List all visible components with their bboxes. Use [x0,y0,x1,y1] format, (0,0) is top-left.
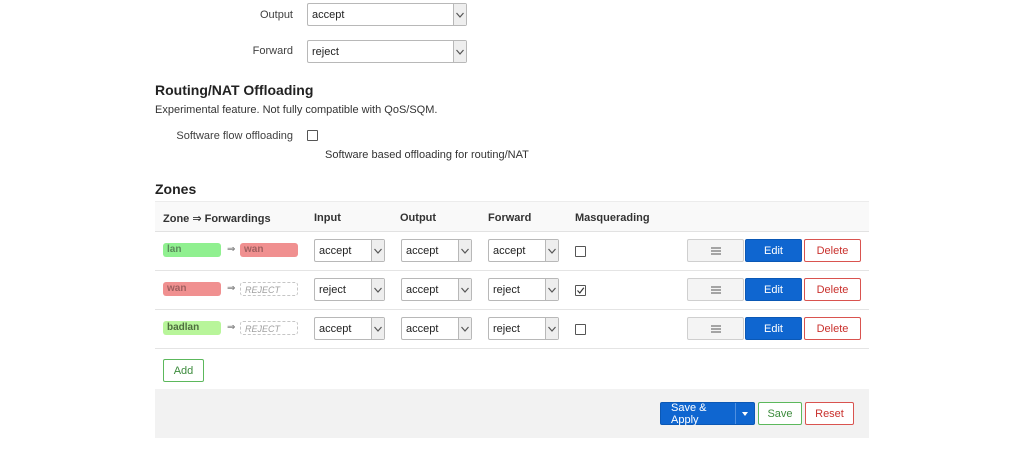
add-zone-button[interactable]: Add [163,359,204,382]
default-output-value: accept [312,8,345,21]
zone-forward-value: reject [493,322,520,335]
hamburger-icon [710,247,721,254]
zone-output-value: accept [406,244,439,257]
software-offloading-label: Software flow offloading [176,130,293,142]
save-apply-dropdown-toggle[interactable] [735,403,754,424]
chevron-down-icon [371,240,384,261]
zone-output-select[interactable]: accept [401,239,472,262]
chevron-down-icon [371,279,384,300]
zone-badge-reject: REJECT [240,282,298,296]
default-output-select[interactable]: accept [307,3,467,26]
zone-badge-reject: REJECT [240,321,298,335]
offloading-description: Experimental feature. Not fully compatib… [155,104,438,116]
zones-table-header: Zone ⇒ Forwardings Input Output Forward … [155,201,869,232]
forward-arrow: ⇒ [227,322,236,333]
column-header-input: Input [314,212,341,224]
zone-input-value: accept [319,244,352,257]
hamburger-icon [710,325,721,332]
zones-table: Zone ⇒ Forwardings Input Output Forward … [155,201,869,349]
edit-zone-button[interactable]: Edit [745,239,802,262]
default-forward-select[interactable]: reject [307,40,467,63]
edit-zone-button[interactable]: Edit [745,317,802,340]
zone-output-value: accept [406,283,439,296]
zone-input-select[interactable]: reject [314,278,385,301]
save-apply-button[interactable]: Save & Apply [660,401,755,426]
reset-button[interactable]: Reset [805,402,854,425]
zone-input-value: reject [319,283,346,296]
zone-input-select[interactable]: accept [314,317,385,340]
chevron-down-icon [458,240,471,261]
save-button[interactable]: Save [758,402,802,425]
delete-zone-button[interactable]: Delete [804,278,861,301]
chevron-down-icon [545,318,558,339]
zone-forward-value: reject [493,283,520,296]
chevron-down-icon [371,318,384,339]
offloading-section-title: Routing/NAT Offloading [155,82,314,98]
forward-label: Forward [252,45,293,57]
software-offloading-hint: Software based offloading for routing/NA… [325,149,529,161]
drag-handle-button[interactable] [687,317,744,340]
zone-input-select[interactable]: accept [314,239,385,262]
chevron-down-icon [545,279,558,300]
delete-zone-button[interactable]: Delete [804,239,861,262]
column-header-forward: Forward [488,212,532,224]
zone-row-lan: lan ⇒ wan accept accept accept Edit Dele… [155,232,869,271]
save-apply-label: Save & Apply [671,401,707,426]
zone-output-select[interactable]: accept [401,317,472,340]
zone-forward-select[interactable]: reject [488,317,559,340]
delete-zone-button[interactable]: Delete [804,317,861,340]
zone-output-select[interactable]: accept [401,278,472,301]
zone-input-value: accept [319,322,352,335]
zone-forward-select[interactable]: accept [488,239,559,262]
chevron-down-icon [453,4,466,25]
column-header-zone: Zone ⇒ Forwardings [163,213,271,225]
forward-arrow: ⇒ [227,283,236,294]
drag-handle-button[interactable] [687,239,744,262]
chevron-down-icon [545,240,558,261]
checkmark-icon [577,287,585,294]
zone-badge-badlan: badlan [163,321,221,335]
default-forward-value: reject [312,45,339,58]
zones-section-title: Zones [155,181,197,197]
zone-badge-lan: lan [163,243,221,257]
masquerading-checkbox[interactable] [575,285,586,296]
column-header-output: Output [400,212,437,224]
caret-down-icon [742,411,748,416]
zone-forward-value: accept [493,244,526,257]
zone-row-badlan: badlan ⇒ REJECT accept accept reject Edi… [155,310,869,349]
form-footer: Save & Apply Save Reset [155,389,869,438]
edit-zone-button[interactable]: Edit [745,278,802,301]
zone-forward-select[interactable]: reject [488,278,559,301]
zone-badge-wan: wan [163,282,221,296]
chevron-down-icon [458,279,471,300]
hamburger-icon [710,286,721,293]
zone-badge-wan: wan [240,243,298,257]
drag-handle-button[interactable] [687,278,744,301]
chevron-down-icon [458,318,471,339]
chevron-down-icon [453,41,466,62]
forward-arrow: ⇒ [227,244,236,255]
masquerading-checkbox[interactable] [575,324,586,335]
zone-output-value: accept [406,322,439,335]
masquerading-checkbox[interactable] [575,246,586,257]
output-label: Output [259,9,293,21]
software-offloading-checkbox[interactable] [307,130,318,141]
column-header-masquerading: Masquerading [575,212,650,224]
zone-row-wan: wan ⇒ REJECT reject accept reject Edit D… [155,271,869,310]
